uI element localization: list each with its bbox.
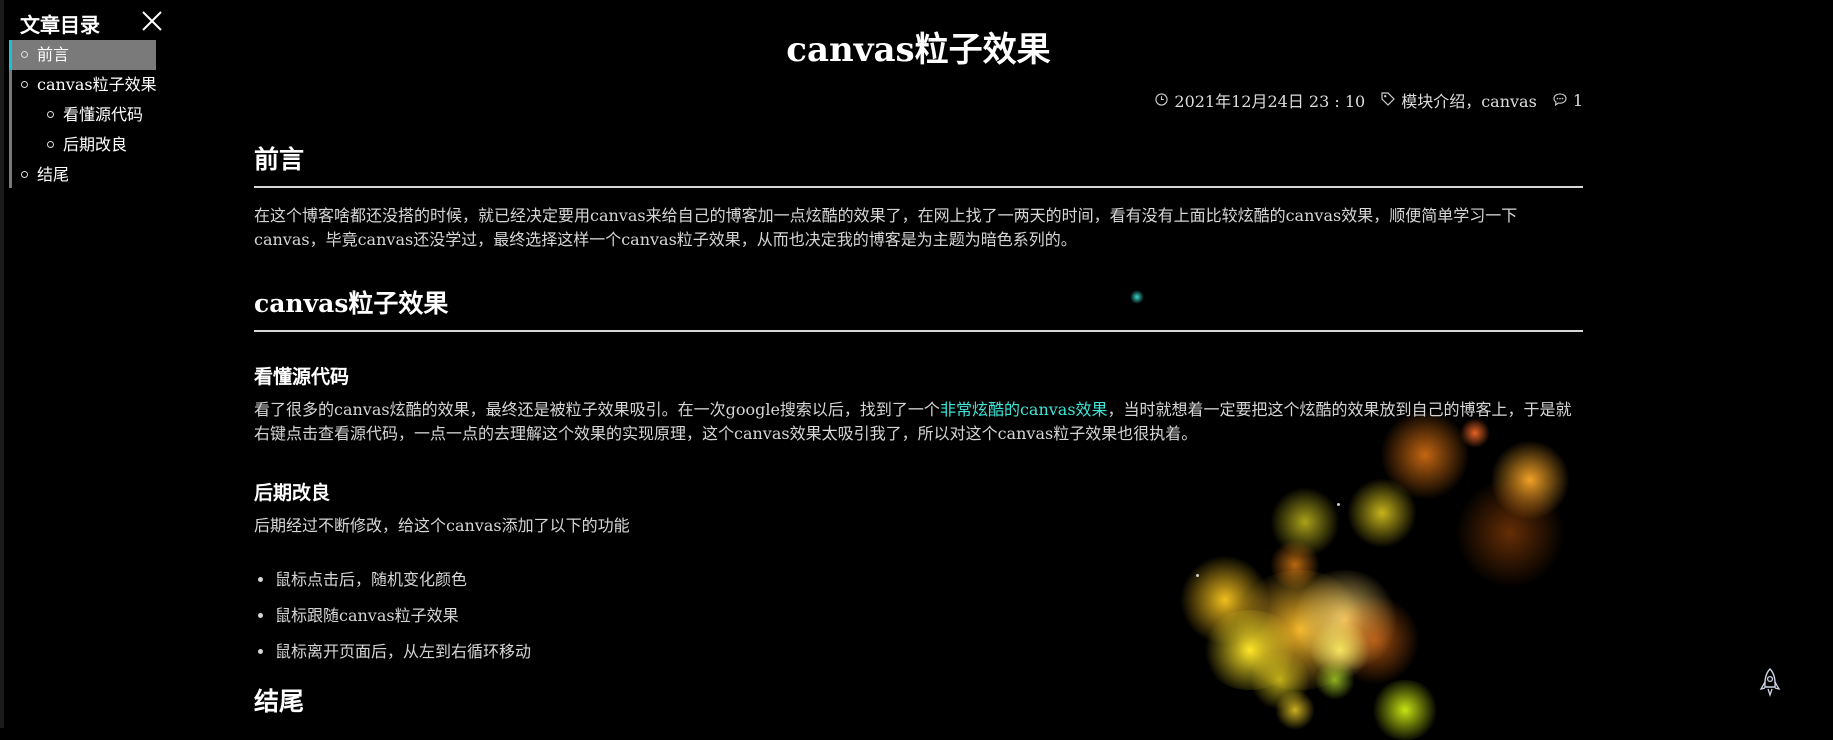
close-icon[interactable] bbox=[140, 9, 164, 33]
toc-item-preface[interactable]: 前言 bbox=[9, 40, 156, 70]
section-heading-preface: 前言 bbox=[254, 140, 1583, 188]
section-heading-canvas: canvas粒子效果 bbox=[254, 284, 1583, 332]
toc-item-label: canvas粒子效果 bbox=[37, 75, 157, 94]
toc-item-canvas-particles[interactable]: canvas粒子效果 bbox=[12, 70, 157, 100]
toc-list: 前言 canvas粒子效果 看懂源代码 后期改良 结尾 bbox=[9, 40, 157, 190]
toc-item-label: 看懂源代码 bbox=[63, 105, 144, 124]
bullet-icon bbox=[47, 141, 54, 148]
toc-item-ending[interactable]: 结尾 bbox=[12, 160, 156, 190]
bullet-icon bbox=[21, 81, 28, 88]
section-heading-ending: 结尾 bbox=[254, 687, 305, 716]
preface-text: 在这个博客啥都还没搭的时候，就已经决定要用canvas来给自己的博客加一点炫酷的… bbox=[254, 206, 1518, 249]
source-text: 看了很多的canvas炫酷的效果，最终还是被粒子效果吸引。在一次google搜索… bbox=[254, 398, 1583, 446]
tag-icon bbox=[1381, 91, 1396, 110]
toc-item-improvements[interactable]: 后期改良 bbox=[12, 130, 156, 160]
bullet-icon bbox=[21, 171, 28, 178]
post-title: canvas粒子效果 bbox=[786, 30, 1051, 70]
sidebar-edge bbox=[0, 0, 4, 728]
post-meta: 2021年12月24日 23 : 10 模块介绍，canvas 1 bbox=[1139, 88, 1583, 112]
cool-canvas-link[interactable]: 非常炫酷的canvas效果 bbox=[940, 400, 1108, 419]
toc-title: 文章目录 bbox=[20, 13, 100, 37]
bullet-icon bbox=[47, 111, 54, 118]
feature-list: 鼠标点击后，随机变化颜色 鼠标跟随canvas粒子效果 鼠标离开页面后，从左到右… bbox=[254, 562, 531, 670]
toc-item-label: 后期改良 bbox=[63, 135, 128, 154]
toc-item-label: 前言 bbox=[37, 45, 70, 64]
list-item: 鼠标离开页面后，从左到右循环移动 bbox=[275, 634, 531, 670]
list-item: 鼠标点击后，随机变化颜色 bbox=[275, 562, 531, 598]
list-item: 鼠标跟随canvas粒子效果 bbox=[275, 598, 531, 634]
toc-item-label: 结尾 bbox=[37, 165, 70, 184]
post-comments[interactable]: 1 bbox=[1553, 91, 1583, 110]
toc-item-read-source[interactable]: 看懂源代码 bbox=[12, 100, 156, 130]
subheading-read-source: 看懂源代码 bbox=[254, 366, 350, 388]
subheading-improvements: 后期改良 bbox=[254, 482, 331, 504]
post-date: 2021年12月24日 23 : 10 bbox=[1155, 88, 1365, 112]
toc-sidebar: 文章目录 前言 canvas粒子效果 看懂源代码 后期改良 结尾 bbox=[0, 0, 162, 728]
comment-count: 1 bbox=[1572, 90, 1583, 110]
post-date-text: 2021年12月24日 23 : 10 bbox=[1174, 92, 1366, 111]
clock-icon bbox=[1155, 91, 1169, 110]
rocket-icon[interactable] bbox=[1757, 667, 1783, 703]
improvements-text: 后期经过不断修改，给这个canvas添加了以下的功能 bbox=[254, 516, 630, 535]
source-text-before: 看了很多的canvas炫酷的效果，最终还是被粒子效果吸引。在一次google搜索… bbox=[254, 400, 940, 419]
comment-icon bbox=[1553, 91, 1567, 110]
post-tags-text[interactable]: 模块介绍，canvas bbox=[1401, 88, 1537, 112]
post-tags: 模块介绍，canvas bbox=[1381, 88, 1537, 112]
bullet-icon bbox=[21, 51, 28, 58]
